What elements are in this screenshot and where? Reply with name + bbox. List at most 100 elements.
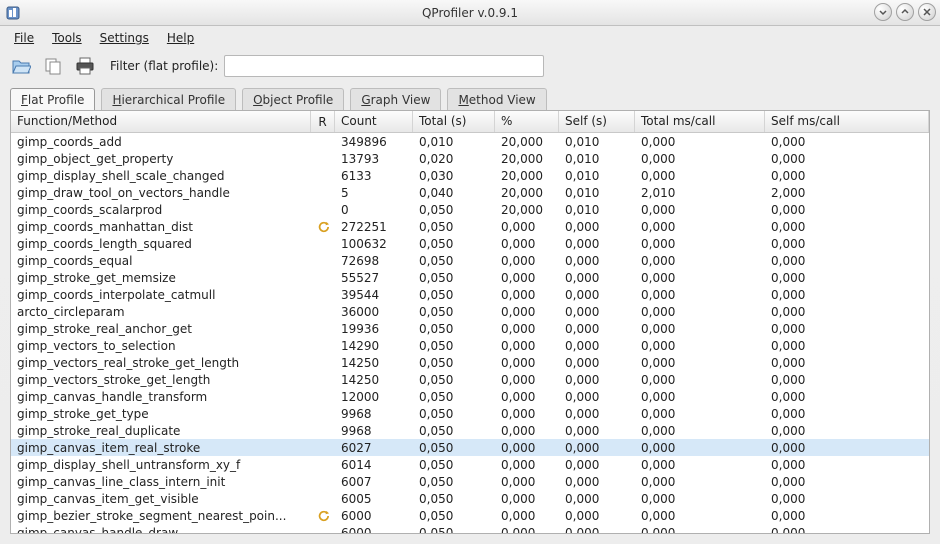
table-body[interactable]: gimp_coords_add3498960,01020,0000,0100,0… bbox=[11, 133, 929, 533]
table-row[interactable]: gimp_object_get_property137930,02020,000… bbox=[11, 150, 929, 167]
tab-0[interactable]: Flat Profile bbox=[10, 88, 95, 110]
col-header-tmsc[interactable]: Total ms/call bbox=[635, 111, 765, 132]
cell-count: 6007 bbox=[335, 474, 413, 490]
cell-self: 0,000 bbox=[559, 474, 635, 490]
table-row[interactable]: gimp_stroke_get_memsize 555270,050 0,0000,… bbox=[11, 269, 929, 286]
cell-self: 0,000 bbox=[559, 270, 635, 286]
table-row[interactable]: gimp_canvas_item_real_stroke60270,0500,0… bbox=[11, 439, 929, 456]
cell-smsc: 0,000 bbox=[765, 338, 929, 354]
print-button[interactable] bbox=[72, 53, 98, 79]
cell-function: gimp_stroke_get_memsize bbox=[11, 270, 311, 286]
table-row[interactable]: gimp_coords_length_squared1006320,0500,0… bbox=[11, 235, 929, 252]
cell-count: 6014 bbox=[335, 457, 413, 473]
table-row[interactable]: gimp_stroke_real_anchor_get199360,0500,0… bbox=[11, 320, 929, 337]
app-window: QProfiler v.0.9.1 File Tools Settings He… bbox=[0, 0, 940, 544]
tab-3[interactable]: Graph View bbox=[350, 88, 441, 110]
tab-4[interactable]: Method View bbox=[447, 88, 546, 110]
table-row[interactable]: gimp_draw_tool_on_vectors_handle50,04020… bbox=[11, 184, 929, 201]
cell-r bbox=[311, 311, 335, 313]
cell-self: 0,000 bbox=[559, 508, 635, 524]
recursive-icon bbox=[311, 219, 335, 235]
table-row[interactable]: gimp_vectors_stroke_get_length142500,050… bbox=[11, 371, 929, 388]
cell-function: gimp_canvas_line_class_intern_init bbox=[11, 474, 311, 490]
table-row[interactable]: gimp_vectors_real_stroke_get_length14250… bbox=[11, 354, 929, 371]
col-header-function[interactable]: Function/Method bbox=[11, 111, 311, 132]
maximize-button[interactable] bbox=[896, 3, 914, 21]
cell-function: gimp_canvas_item_real_stroke bbox=[11, 440, 311, 456]
cell-self: 0,000 bbox=[559, 355, 635, 371]
table-row[interactable]: gimp_canvas_line_class_intern_init60070,… bbox=[11, 473, 929, 490]
menu-file[interactable]: File bbox=[6, 28, 42, 48]
cell-r bbox=[311, 209, 335, 211]
table-row[interactable]: gimp_canvas_handle_transform120000,0500,… bbox=[11, 388, 929, 405]
cell-tmsc: 0,000 bbox=[635, 525, 765, 534]
col-header-r[interactable]: R bbox=[311, 111, 335, 132]
table-row[interactable]: gimp_canvas_handle_draw60000,0500,0000,0… bbox=[11, 524, 929, 533]
table-row[interactable]: gimp_display_shell_untransform_xy_f 6014 0… bbox=[11, 456, 929, 473]
table-row[interactable]: gimp_display_shell_scale_changed61330,03… bbox=[11, 167, 929, 184]
cell-pct: 0,000 bbox=[495, 423, 559, 439]
cell-count: 39544 bbox=[335, 287, 413, 303]
cell-r bbox=[311, 158, 335, 160]
menu-settings[interactable]: Settings bbox=[92, 28, 157, 48]
cell-pct: 0,000 bbox=[495, 372, 559, 388]
table-row[interactable]: arcto_circleparam360000,0500,0000,0000,0… bbox=[11, 303, 929, 320]
cell-smsc: 0,000 bbox=[765, 440, 929, 456]
table-row[interactable]: gimp_stroke_get_type99680,0500,0000,0000… bbox=[11, 405, 929, 422]
cell-function: gimp_vectors_stroke_get_length bbox=[11, 372, 311, 388]
cell-self: 0,000 bbox=[559, 236, 635, 252]
open-button[interactable] bbox=[8, 53, 34, 79]
col-header-pct[interactable]: % bbox=[495, 111, 559, 132]
cell-total: 0,050 bbox=[413, 423, 495, 439]
table-row[interactable]: gimp_stroke_real_duplicate99680,0500,000… bbox=[11, 422, 929, 439]
cell-tmsc: 0,000 bbox=[635, 508, 765, 524]
table-row[interactable]: gimp_coords_add3498960,01020,0000,0100,0… bbox=[11, 133, 929, 150]
tab-1[interactable]: Hierarchical Profile bbox=[101, 88, 236, 110]
close-button[interactable] bbox=[918, 3, 936, 21]
cell-total: 0,040 bbox=[413, 185, 495, 201]
cell-r bbox=[311, 277, 335, 279]
menu-tools[interactable]: Tools bbox=[44, 28, 90, 48]
cell-smsc: 0,000 bbox=[765, 219, 929, 235]
table-row[interactable]: gimp_bezier_stroke_segment_nearest_poin.… bbox=[11, 507, 929, 524]
menu-help[interactable]: Help bbox=[159, 28, 202, 48]
table-row[interactable]: gimp_coords_equal726980,0500,0000,0000,0… bbox=[11, 252, 929, 269]
cell-count: 55527 bbox=[335, 270, 413, 286]
tab-2[interactable]: Object Profile bbox=[242, 88, 344, 110]
col-header-count[interactable]: Count bbox=[335, 111, 413, 132]
cell-count: 6027 bbox=[335, 440, 413, 456]
table-row[interactable]: gimp_coords_scalarprod00,05020,0000,0100… bbox=[11, 201, 929, 218]
col-header-smsc[interactable]: Self ms/call bbox=[765, 111, 929, 132]
cell-tmsc: 0,000 bbox=[635, 270, 765, 286]
cell-function: gimp_display_shell_untransform_xy_f bbox=[11, 457, 311, 473]
cell-pct: 20,000 bbox=[495, 185, 559, 201]
cell-function: gimp_coords_add bbox=[11, 134, 311, 150]
col-header-self[interactable]: Self (s) bbox=[559, 111, 635, 132]
cell-function: gimp_canvas_handle_transform bbox=[11, 389, 311, 405]
cell-tmsc: 0,000 bbox=[635, 440, 765, 456]
table-row[interactable]: gimp_canvas_item_get_visible60050,0500,0… bbox=[11, 490, 929, 507]
cell-smsc: 0,000 bbox=[765, 202, 929, 218]
cell-function: gimp_display_shell_scale_changed bbox=[11, 168, 311, 184]
copy-button[interactable] bbox=[40, 53, 66, 79]
cell-tmsc: 0,000 bbox=[635, 151, 765, 167]
table-row[interactable]: gimp_vectors_to_selection142900,0500,000… bbox=[11, 337, 929, 354]
window-title: QProfiler v.0.9.1 bbox=[0, 6, 940, 20]
cell-pct: 0,000 bbox=[495, 525, 559, 534]
col-header-total[interactable]: Total (s) bbox=[413, 111, 495, 132]
cell-self: 0,000 bbox=[559, 440, 635, 456]
cell-function: gimp_stroke_real_anchor_get bbox=[11, 321, 311, 337]
filter-input[interactable] bbox=[224, 55, 544, 77]
cell-total: 0,020 bbox=[413, 151, 495, 167]
table-row[interactable]: gimp_coords_manhattan_dist2722510,0500,0… bbox=[11, 218, 929, 235]
cell-self: 0,000 bbox=[559, 457, 635, 473]
cell-total: 0,050 bbox=[413, 474, 495, 490]
cell-pct: 0,000 bbox=[495, 474, 559, 490]
cell-total: 0,050 bbox=[413, 372, 495, 388]
table-row[interactable]: gimp_coords_interpolate_catmull395440,05… bbox=[11, 286, 929, 303]
cell-r bbox=[311, 362, 335, 364]
cell-total: 0,050 bbox=[413, 270, 495, 286]
minimize-button[interactable] bbox=[874, 3, 892, 21]
recursive-icon bbox=[311, 508, 335, 524]
cell-self: 0,000 bbox=[559, 423, 635, 439]
